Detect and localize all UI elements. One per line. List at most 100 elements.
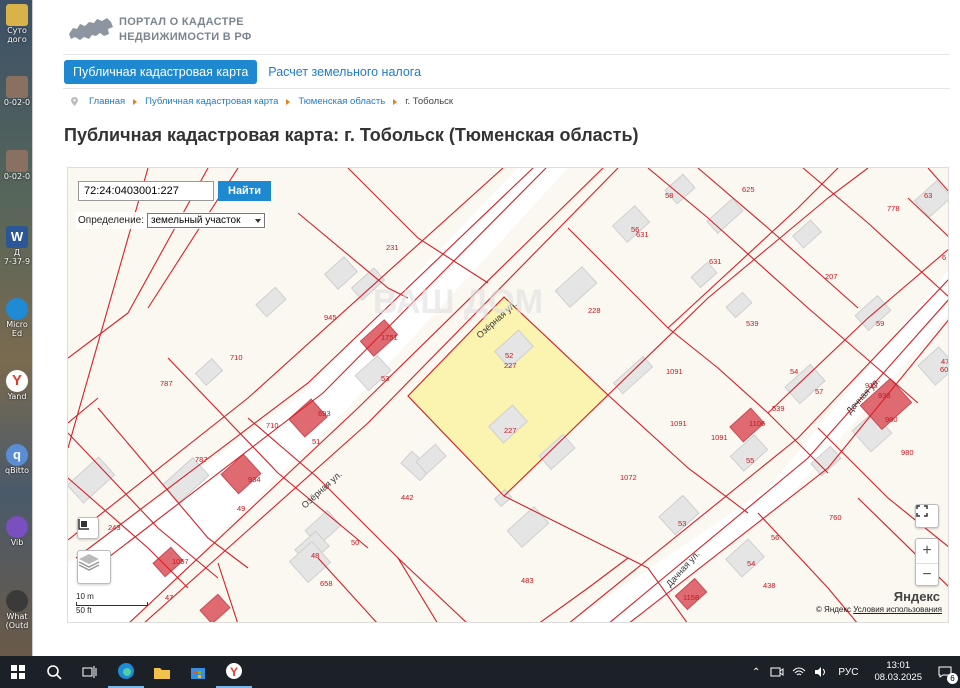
parcel-number: 658 xyxy=(320,579,333,588)
taskbar-explorer[interactable] xyxy=(144,656,180,688)
parcel-number: 539 xyxy=(772,404,785,413)
parcel-number: 693 xyxy=(318,409,331,418)
parcel-number: 56 xyxy=(771,533,779,542)
parcel-number: 207 xyxy=(825,272,838,281)
zoom-control: + − xyxy=(915,538,939,586)
site-logo[interactable]: ПОРТАЛ О КАДАСТРЕ НЕДВИЖИМОСТИ В РФ xyxy=(67,10,252,50)
web-page: ПОРТАЛ О КАДАСТРЕ НЕДВИЖИМОСТИ В РФ Публ… xyxy=(32,0,960,656)
parcel-number: 625 xyxy=(742,185,755,194)
logo-text-line2: НЕДВИЖИМОСТИ В РФ xyxy=(119,31,252,43)
zoom-in-button[interactable]: + xyxy=(922,539,931,563)
breadcrumb-link-home[interactable]: Главная xyxy=(89,96,125,107)
parcel-number: 438 xyxy=(763,581,776,590)
volume-icon[interactable] xyxy=(814,666,828,678)
meet-now-icon[interactable] xyxy=(770,666,784,678)
parcel-number: 945 xyxy=(324,313,337,322)
layers-button[interactable] xyxy=(77,550,111,584)
map-canvas[interactable]: Озёрная ул. Озёрная ул. Дачная ул. Дачна… xyxy=(68,168,949,623)
parcel-number: 6 xyxy=(942,253,946,262)
clock[interactable]: 13:01 08.03.2025 xyxy=(874,660,922,684)
fullscreen-button[interactable] xyxy=(915,504,939,528)
parcel-number: 1091 xyxy=(666,367,683,376)
edge-icon xyxy=(118,663,134,679)
parcel-number: 710 xyxy=(230,353,243,362)
chevron-up-icon[interactable]: ⌃ xyxy=(752,667,760,678)
map-scale: 10 m 50 ft xyxy=(76,592,148,616)
parcel-number: 1072 xyxy=(620,473,637,482)
whatsapp-icon[interactable]: What (Outd xyxy=(2,590,32,630)
notifications-button[interactable]: 6 xyxy=(930,656,960,688)
yandex-browser-icon[interactable]: Y Yand xyxy=(2,370,32,401)
breadcrumb-link-region[interactable]: Тюменская область xyxy=(298,96,385,107)
system-tray: ⌃ РУС 13:01 08.03.2025 6 xyxy=(746,656,960,688)
clock-time: 13:01 xyxy=(886,660,911,671)
desktop-icon-file[interactable]: 0-02-0 xyxy=(2,150,32,181)
parcel-number: 1751 xyxy=(381,333,398,342)
edge-icon[interactable]: Micro Ed xyxy=(2,298,32,338)
tab-land-tax[interactable]: Расчет земельного налога xyxy=(268,65,421,79)
clock-date: 08.03.2025 xyxy=(874,672,922,683)
word-document-icon[interactable]: W Д 7-37-9 xyxy=(2,226,32,266)
viber-icon[interactable]: Vib xyxy=(2,516,32,547)
chevron-down-icon xyxy=(255,218,262,223)
start-button[interactable] xyxy=(0,656,36,688)
search-button[interactable]: Найти xyxy=(218,181,271,201)
parcel-number: 539 xyxy=(746,319,759,328)
parcel-number: 231 xyxy=(386,243,399,252)
parcel-number: 1091 xyxy=(670,419,687,428)
taskbar-edge[interactable] xyxy=(108,656,144,688)
wifi-icon[interactable] xyxy=(792,666,806,678)
parcel-number: 227 xyxy=(504,361,517,370)
definition-label: Определение: xyxy=(78,215,145,226)
logo-text-line1: ПОРТАЛ О КАДАСТРЕ xyxy=(119,16,244,28)
task-view-button[interactable] xyxy=(72,656,108,688)
search-icon xyxy=(47,665,62,680)
terms-link[interactable]: Условия использования xyxy=(853,605,942,614)
notification-count: 6 xyxy=(947,673,958,684)
parcel-number: 49 xyxy=(237,504,245,513)
cadastral-map[interactable]: Озёрная ул. Озёрная ул. Дачная ул. Дачна… xyxy=(67,167,949,623)
ruler-icon xyxy=(78,519,89,530)
parcel-number: 778 xyxy=(887,204,900,213)
parcel-number: 760 xyxy=(829,513,842,522)
attribution-text: © Яндекс xyxy=(815,605,851,614)
desktop-icon-file[interactable]: Суто дого xyxy=(2,4,32,44)
page-title: Публичная кадастровая карта: г. Тобольск… xyxy=(64,125,639,145)
qbittorrent-icon[interactable]: q qBitto xyxy=(2,444,32,475)
selected-parcel[interactable] xyxy=(407,296,609,497)
taskbar: Y ⌃ РУС 13:01 08.03.2025 6 xyxy=(0,656,960,688)
parcel-number: 56 xyxy=(631,225,639,234)
parcel-number: 933 xyxy=(878,391,891,400)
definition-select[interactable]: земельный участок xyxy=(147,213,266,228)
folder-icon xyxy=(154,667,170,679)
desktop-icon-file[interactable]: 0-02-0 xyxy=(2,76,32,107)
language-indicator[interactable]: РУС xyxy=(838,667,858,678)
parcel-number: 980 xyxy=(901,448,914,457)
parcel-number: 631 xyxy=(709,257,722,266)
breadcrumb-separator-icon xyxy=(133,98,138,105)
breadcrumb-link-map[interactable]: Публичная кадастровая карта xyxy=(145,96,278,107)
parcel-number: 710 xyxy=(266,421,279,430)
svg-text:Y: Y xyxy=(230,665,238,679)
parcel-number: 52 xyxy=(505,351,513,360)
parcel-number: 60 xyxy=(940,365,948,374)
parcel-number: 63 xyxy=(924,191,932,200)
cadastral-number-input[interactable] xyxy=(78,181,214,201)
fullscreen-icon xyxy=(916,505,928,517)
tab-cadastral-map[interactable]: Публичная кадастровая карта xyxy=(64,60,258,84)
cadastral-search: Найти xyxy=(78,181,271,201)
parcel-number: 227 xyxy=(504,426,517,435)
divider xyxy=(63,54,950,55)
breadcrumb-separator-icon xyxy=(393,98,398,105)
parcel-number: 933 xyxy=(865,381,878,390)
search-button[interactable] xyxy=(36,656,72,688)
parcel-number: 53 xyxy=(381,374,389,383)
zoom-out-button[interactable]: − xyxy=(916,562,938,586)
map-attribution: © Яндекс Условия использования xyxy=(816,605,942,614)
taskbar-store[interactable] xyxy=(180,656,216,688)
breadcrumb-current: г. Тобольск xyxy=(405,96,454,107)
parcel-number: 53 xyxy=(678,519,686,528)
ruler-button[interactable] xyxy=(77,517,99,539)
definition-row: Определение: земельный участок xyxy=(76,212,268,229)
taskbar-yandex[interactable]: Y xyxy=(216,656,252,688)
